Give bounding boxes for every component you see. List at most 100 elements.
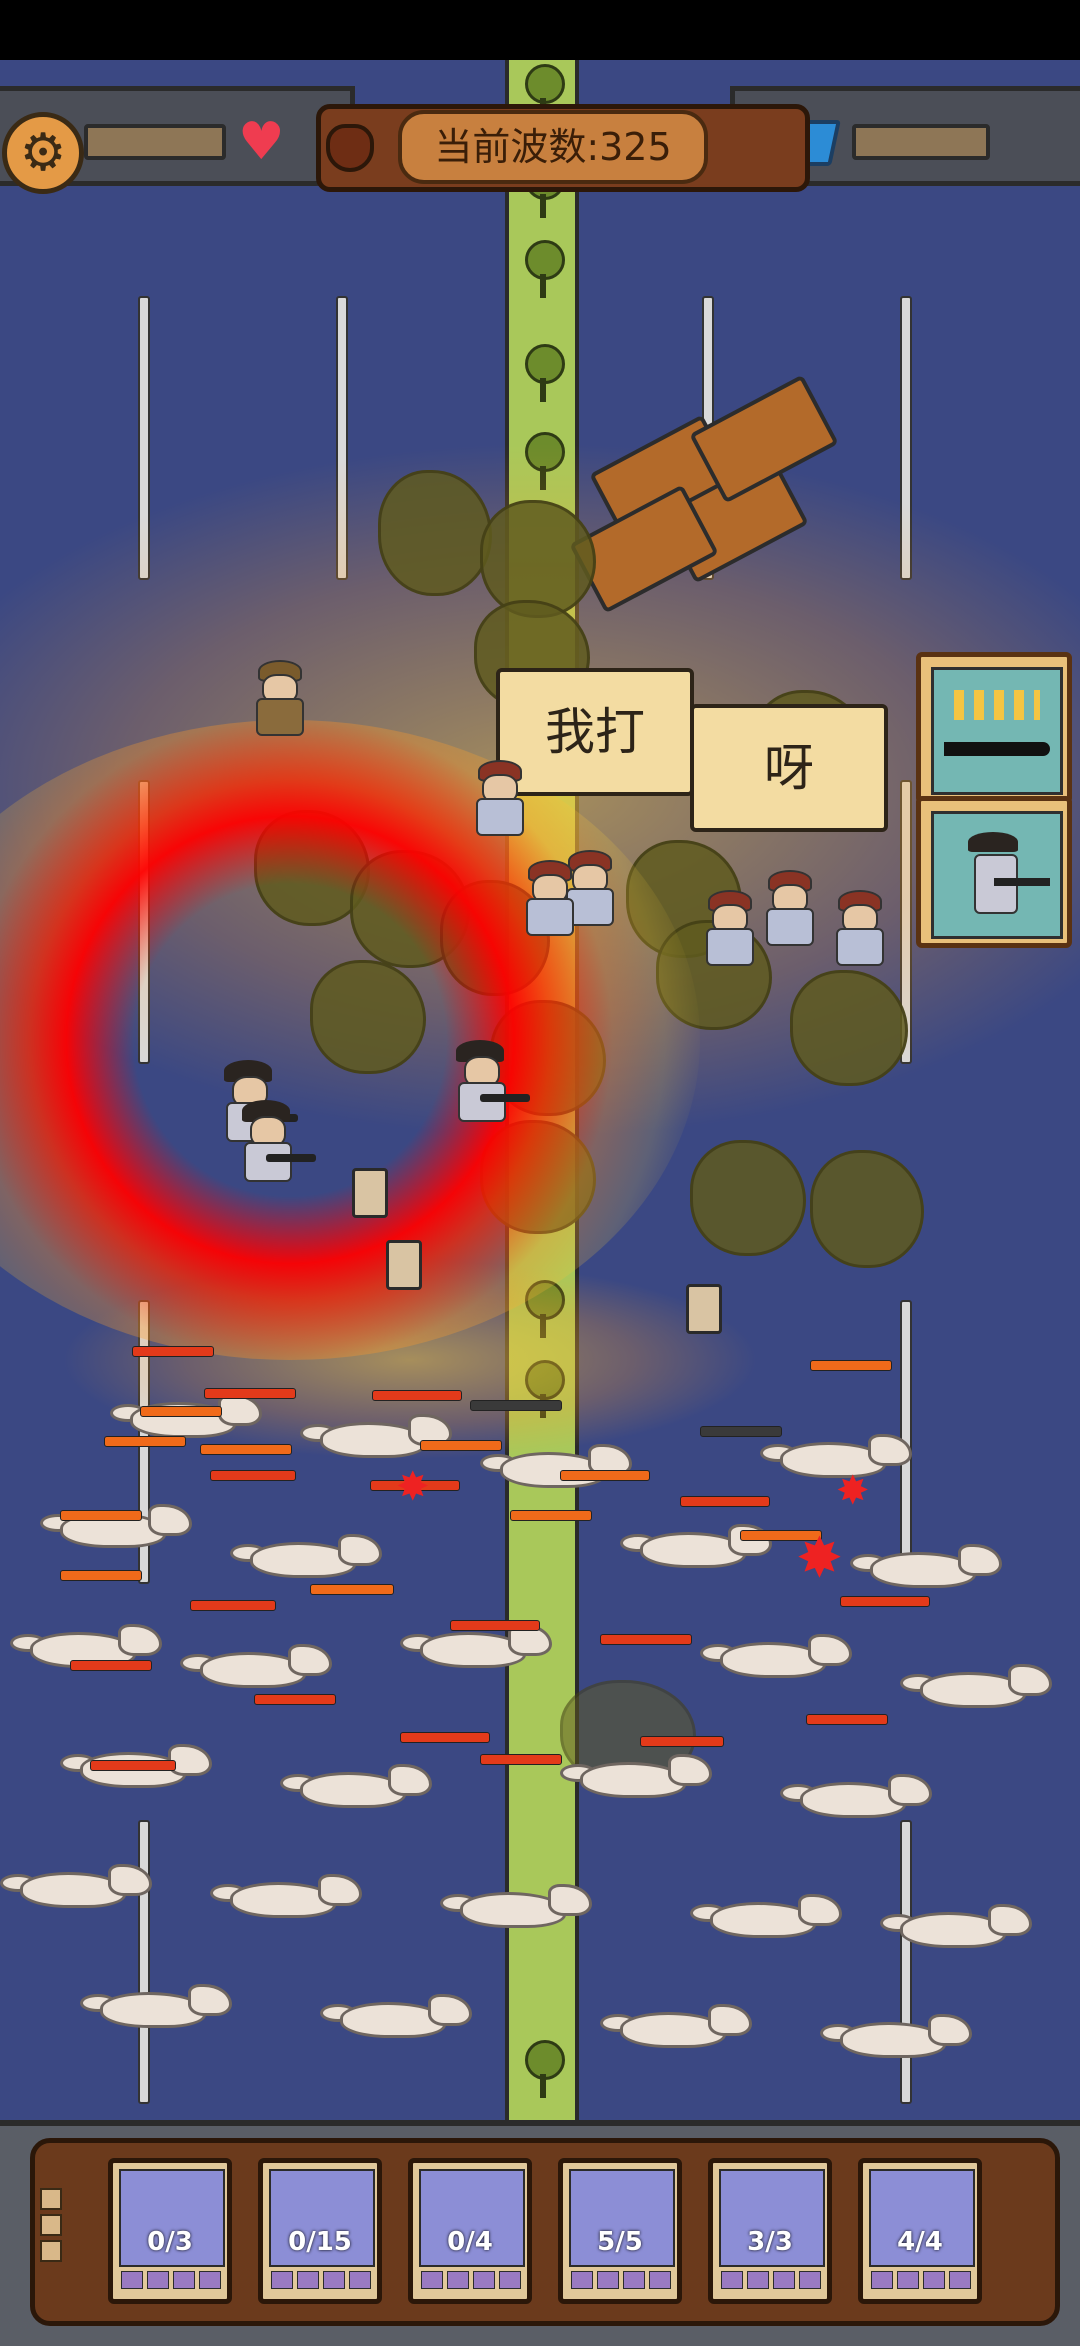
battlefield[interactable]: 我打 呀 ✸ ✸ ✸: [0, 60, 1080, 2120]
tree-trunk: [540, 274, 546, 298]
wolf-enemy: [700, 1630, 852, 1682]
wolf-enemy: [620, 1520, 772, 1572]
wolf-enemy: [320, 1990, 472, 2042]
player-gunman[interactable]: [236, 1100, 316, 1190]
unit-count: 0/3: [147, 2227, 193, 2257]
unit-pips: [871, 2271, 971, 2289]
wolf-enemy: [880, 1900, 1032, 1952]
unit-pips: [721, 2271, 821, 2289]
life-bar: [84, 124, 226, 160]
shield-icon: [326, 124, 374, 172]
wolf-enemy: [40, 1500, 192, 1552]
gun-icon: [994, 878, 1050, 886]
health-bar: [560, 1470, 650, 1481]
unit-card-white-soldier[interactable]: 0/15: [258, 2158, 382, 2304]
player-gunman[interactable]: [450, 1040, 530, 1130]
wolf-enemy: [230, 1530, 382, 1582]
gunman-icon: [968, 832, 1018, 852]
speaker-unit[interactable]: [386, 1240, 422, 1290]
unit-card-pistol-man[interactable]: 0/4: [408, 2158, 532, 2304]
health-bar: [132, 1346, 214, 1357]
tray-side-icons: [40, 2188, 62, 2266]
skill-candles-sword[interactable]: [916, 652, 1072, 804]
health-bar: [210, 1470, 296, 1481]
wolf-enemy: [560, 1750, 712, 1802]
wolf-enemy: [180, 1640, 332, 1692]
health-bar: [510, 1510, 592, 1521]
wolf-enemy: [300, 1410, 452, 1462]
health-bar: [400, 1732, 490, 1743]
health-bar: [420, 1440, 502, 1451]
smoke-cloud: [790, 970, 908, 1086]
enemy-soldier: [760, 870, 816, 950]
speech-bubble: 呀: [690, 704, 888, 832]
speaker-unit[interactable]: [686, 1284, 722, 1334]
wolf-enemy: [690, 1890, 842, 1942]
health-bar: [140, 1406, 222, 1417]
wave-counter: 当前波数:325: [398, 110, 708, 184]
health-bar: [810, 1360, 892, 1371]
health-bar: [600, 1634, 692, 1645]
health-bar: [200, 1444, 292, 1455]
health-bar: [450, 1620, 540, 1631]
speech-text: 我打: [545, 703, 645, 761]
tray-icon: [40, 2214, 62, 2236]
hit-marker: ✸: [796, 1526, 843, 1591]
unit-pips: [121, 2271, 221, 2289]
gear-icon[interactable]: ⚙: [2, 112, 84, 194]
unit-count: 4/4: [897, 2227, 943, 2257]
health-bar: [60, 1510, 142, 1521]
health-bar: [190, 1600, 276, 1611]
health-bar: [700, 1426, 782, 1437]
speaker-unit[interactable]: [352, 1168, 388, 1218]
smoke-cloud: [378, 470, 492, 596]
health-bar: [640, 1736, 724, 1747]
health-bar: [310, 1584, 394, 1595]
unit-card-bandana-fighter[interactable]: 3/3: [708, 2158, 832, 2304]
candle-icon: [954, 690, 1040, 720]
unit-pips: [271, 2271, 371, 2289]
health-bar: [70, 1660, 152, 1671]
wolf-enemy: [480, 1440, 632, 1492]
enemy-soldier: [250, 660, 306, 740]
wolf-enemy: [280, 1760, 432, 1812]
status-bar: [0, 0, 1080, 60]
wolf-enemy: [80, 1980, 232, 2032]
smoke-cloud: [810, 1150, 924, 1268]
speech-text: 呀: [764, 739, 814, 797]
heart-icon: ♥: [238, 112, 285, 172]
wolf-enemy: [600, 2000, 752, 2052]
health-bar: [680, 1496, 770, 1507]
unit-card-speaker[interactable]: 4/4: [858, 2158, 982, 2304]
wolf-enemy: [820, 2010, 972, 2062]
health-bar: [470, 1400, 562, 1411]
enemy-soldier: [520, 860, 576, 940]
unit-card-catapult[interactable]: 5/5: [558, 2158, 682, 2304]
gem-bar: [852, 124, 990, 160]
health-bar: [104, 1436, 186, 1447]
health-bar: [60, 1570, 142, 1581]
health-bar: [90, 1760, 176, 1771]
unit-pips: [571, 2271, 671, 2289]
wolf-enemy: [850, 1540, 1002, 1592]
skill-image: [931, 811, 1063, 939]
enemy-soldier: [470, 760, 526, 840]
unit-count: 0/15: [288, 2227, 352, 2257]
tree-trunk: [540, 2074, 546, 2098]
wolf-enemy: [900, 1660, 1052, 1712]
skill-gunman[interactable]: [916, 796, 1072, 948]
unit-count: 0/4: [447, 2227, 493, 2257]
wolf-enemy: [0, 1860, 152, 1912]
unit-card-gunman[interactable]: 0/3: [108, 2158, 232, 2304]
unit-pips: [421, 2271, 521, 2289]
health-bar: [480, 1754, 562, 1765]
enemy-soldier: [830, 890, 886, 970]
smoke-cloud: [690, 1140, 806, 1256]
health-bar: [840, 1596, 930, 1607]
wolf-enemy: [210, 1870, 362, 1922]
tree-trunk: [540, 378, 546, 402]
health-bar: [204, 1388, 296, 1399]
unit-count: 5/5: [597, 2227, 643, 2257]
wolf-enemy: [760, 1430, 912, 1482]
hit-marker: ✸: [836, 1468, 870, 1514]
